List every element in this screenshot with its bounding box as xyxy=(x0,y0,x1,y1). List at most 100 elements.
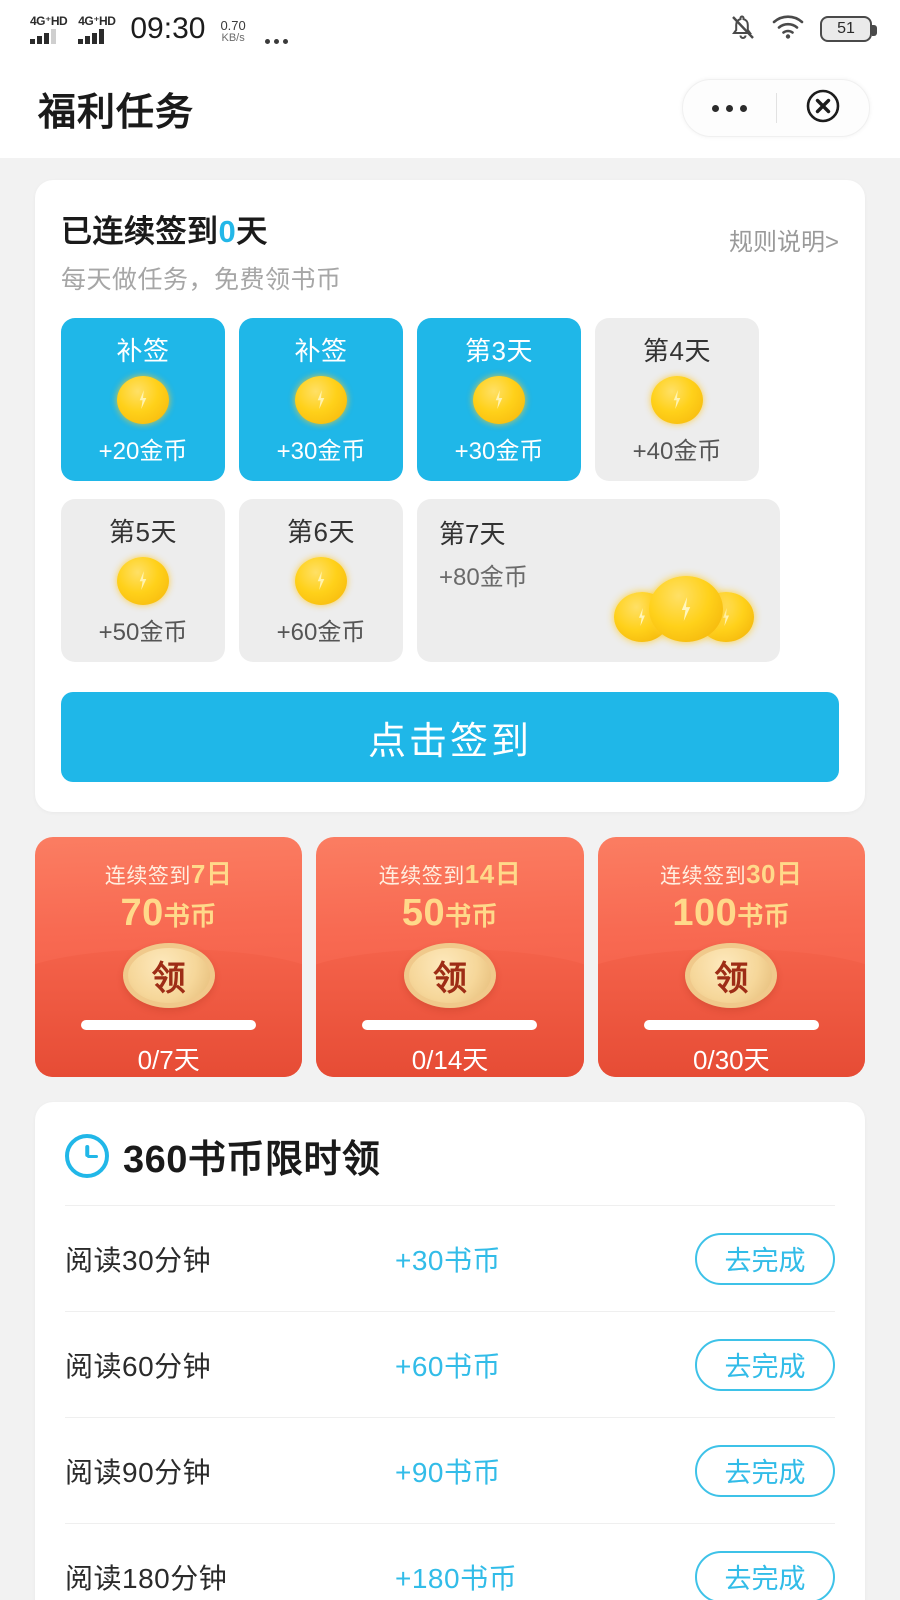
reward-top-suffix: 日 xyxy=(205,859,233,889)
day-coins: +40金币 xyxy=(632,438,722,465)
task-action-button[interactable]: 去完成 xyxy=(695,1444,835,1497)
signal-indicator-1: 4G⁺HD xyxy=(30,14,68,44)
page-header: 福利任务 xyxy=(0,58,900,158)
reward-progress-bar xyxy=(643,1019,819,1030)
signin-day-card[interactable]: 第5天 +50金币 xyxy=(61,499,225,662)
reward-amount-unit: 书币 xyxy=(445,901,499,931)
reward-claim-label: 领 xyxy=(432,959,467,998)
day-coins: +30金币 xyxy=(276,438,366,465)
page-title: 福利任务 xyxy=(38,91,195,134)
reward-card[interactable]: 连续签到30日 100书币 领 0/30天 xyxy=(597,837,865,1077)
coin-icon xyxy=(117,375,169,424)
signin-day-card[interactable]: 第3天 +30金币 xyxy=(417,318,581,481)
wifi-icon xyxy=(772,14,804,45)
coin-icon xyxy=(473,375,525,424)
reward-card[interactable]: 连续签到7日 70书币 领 0/7天 xyxy=(35,837,303,1077)
reward-claim-label: 领 xyxy=(151,959,186,998)
app-screen: 4G⁺HD 4G⁺HD 09:30 0.70 KB/s 51 福利任务 已连续签… xyxy=(0,0,900,1600)
battery-icon: 51 xyxy=(820,16,877,42)
signin-header: 已连续签到0天 每天做任务，免费领书币 规则说明> xyxy=(61,206,839,296)
day-label: 第5天 xyxy=(109,517,177,547)
battery-percent-label: 51 xyxy=(837,20,855,37)
signal-bars-icon-2 xyxy=(78,29,104,44)
coin-stack-icon xyxy=(614,576,754,642)
task-name: 阅读30分钟 xyxy=(65,1244,212,1276)
signin-day-card[interactable]: 补签 +30金币 xyxy=(239,318,403,481)
task-row: 阅读30分钟 +30书币 去完成 xyxy=(65,1205,835,1311)
status-bar-right: 51 xyxy=(730,13,877,46)
reward-claim-coin-button[interactable]: 领 xyxy=(403,943,496,1008)
reward-top-text: 连续签到30日 xyxy=(660,854,802,891)
reward-top-suffix: 日 xyxy=(494,859,522,889)
task-action-button[interactable]: 去完成 xyxy=(695,1550,835,1600)
reward-amount-unit: 书币 xyxy=(163,901,217,931)
timed-tasks-title: 360书币限时领 xyxy=(123,1139,381,1181)
reward-claim-label: 领 xyxy=(714,959,749,998)
timed-tasks-header: 360书币限时领 xyxy=(65,1128,835,1205)
reward-top-days: 7 xyxy=(190,859,206,889)
task-row: 阅读60分钟 +60书币 去完成 xyxy=(65,1311,835,1417)
streak-prefix: 已连续签到 xyxy=(61,214,219,249)
day-label: 补签 xyxy=(294,336,348,366)
close-button[interactable] xyxy=(777,80,870,136)
more-dots-icon xyxy=(711,104,747,112)
status-bar: 4G⁺HD 4G⁺HD 09:30 0.70 KB/s 51 xyxy=(0,0,900,58)
task-name: 阅读90分钟 xyxy=(65,1456,212,1488)
page-content: 已连续签到0天 每天做任务，免费领书币 规则说明> 补签 +20金币 补签 +3… xyxy=(0,180,900,1600)
status-clock: 09:30 xyxy=(130,12,206,45)
day-coins: +20金币 xyxy=(98,438,188,465)
reward-progress-label: 0/14天 xyxy=(411,1045,489,1075)
reward-card[interactable]: 连续签到14日 50书币 领 0/14天 xyxy=(316,837,584,1077)
reward-top-text: 连续签到7日 xyxy=(105,854,232,891)
signin-day-row-2: 第5天 +50金币 第6天 +60金币 第7天 +80金币 xyxy=(61,499,839,662)
check-in-button[interactable]: 点击签到 xyxy=(61,692,839,782)
task-reward: +30书币 xyxy=(395,1244,501,1276)
reward-progress-bar xyxy=(362,1019,538,1030)
task-name: 阅读180分钟 xyxy=(65,1562,228,1594)
signin-day-card[interactable]: 第4天 +40金币 xyxy=(595,318,759,481)
reward-amount-value: 100 xyxy=(672,892,738,934)
reward-top-text: 连续签到14日 xyxy=(379,854,521,891)
day-label: 第3天 xyxy=(465,336,533,366)
rules-link[interactable]: 规则说明> xyxy=(729,206,839,257)
reward-top-prefix: 连续签到 xyxy=(378,865,465,888)
reward-amount-value: 70 xyxy=(120,892,164,934)
day-label: 补签 xyxy=(116,336,170,366)
coin-icon xyxy=(117,556,169,605)
streak-suffix: 天 xyxy=(236,214,268,249)
reward-progress-label: 0/7天 xyxy=(137,1045,200,1075)
reward-claim-coin-button[interactable]: 领 xyxy=(685,943,778,1008)
signin-day-card[interactable]: 第6天 +60金币 xyxy=(239,499,403,662)
window-capsule-controls xyxy=(682,79,870,137)
signin-header-text: 已连续签到0天 每天做任务，免费领书币 xyxy=(61,206,342,296)
day-label: 第7天 xyxy=(439,519,506,549)
reward-amount: 100书币 xyxy=(672,892,790,935)
day-coins: +60金币 xyxy=(276,619,366,646)
network-speed: 0.70 KB/s xyxy=(220,19,245,44)
reward-amount-value: 50 xyxy=(401,892,446,934)
day-label: 第6天 xyxy=(287,517,355,547)
reward-top-prefix: 连续签到 xyxy=(660,865,747,888)
more-options-button[interactable] xyxy=(683,80,776,136)
reward-top-days: 14 xyxy=(464,859,495,889)
task-action-button[interactable]: 去完成 xyxy=(695,1338,835,1391)
task-row: 阅读90分钟 +90书币 去完成 xyxy=(65,1417,835,1523)
task-action-button[interactable]: 去完成 xyxy=(695,1232,835,1285)
reward-top-suffix: 日 xyxy=(776,859,803,889)
timed-tasks-card: 360书币限时领 阅读30分钟 +30书币 去完成 阅读60分钟 +60书币 去… xyxy=(35,1102,865,1600)
task-reward: +60书币 xyxy=(395,1350,501,1382)
signin-day-card[interactable]: 补签 +20金币 xyxy=(61,318,225,481)
signal-indicator-2: 4G⁺HD xyxy=(78,14,116,44)
network-type-label-2: 4G⁺HD xyxy=(78,14,116,28)
task-row: 阅读180分钟 +180书币 去完成 xyxy=(65,1523,835,1600)
reward-amount: 50书币 xyxy=(402,892,498,935)
signin-day7-card[interactable]: 第7天 +80金币 xyxy=(417,499,780,662)
signin-subtitle: 每天做任务，免费领书币 xyxy=(61,266,342,294)
network-type-label-1: 4G⁺HD xyxy=(30,14,68,28)
task-reward: +90书币 xyxy=(395,1456,501,1488)
signin-card: 已连续签到0天 每天做任务，免费领书币 规则说明> 补签 +20金币 补签 +3… xyxy=(35,180,865,812)
status-more-icon xyxy=(264,39,288,44)
coin-icon xyxy=(295,556,347,605)
streak-count: 0 xyxy=(218,214,237,249)
reward-claim-coin-button[interactable]: 领 xyxy=(122,943,215,1008)
